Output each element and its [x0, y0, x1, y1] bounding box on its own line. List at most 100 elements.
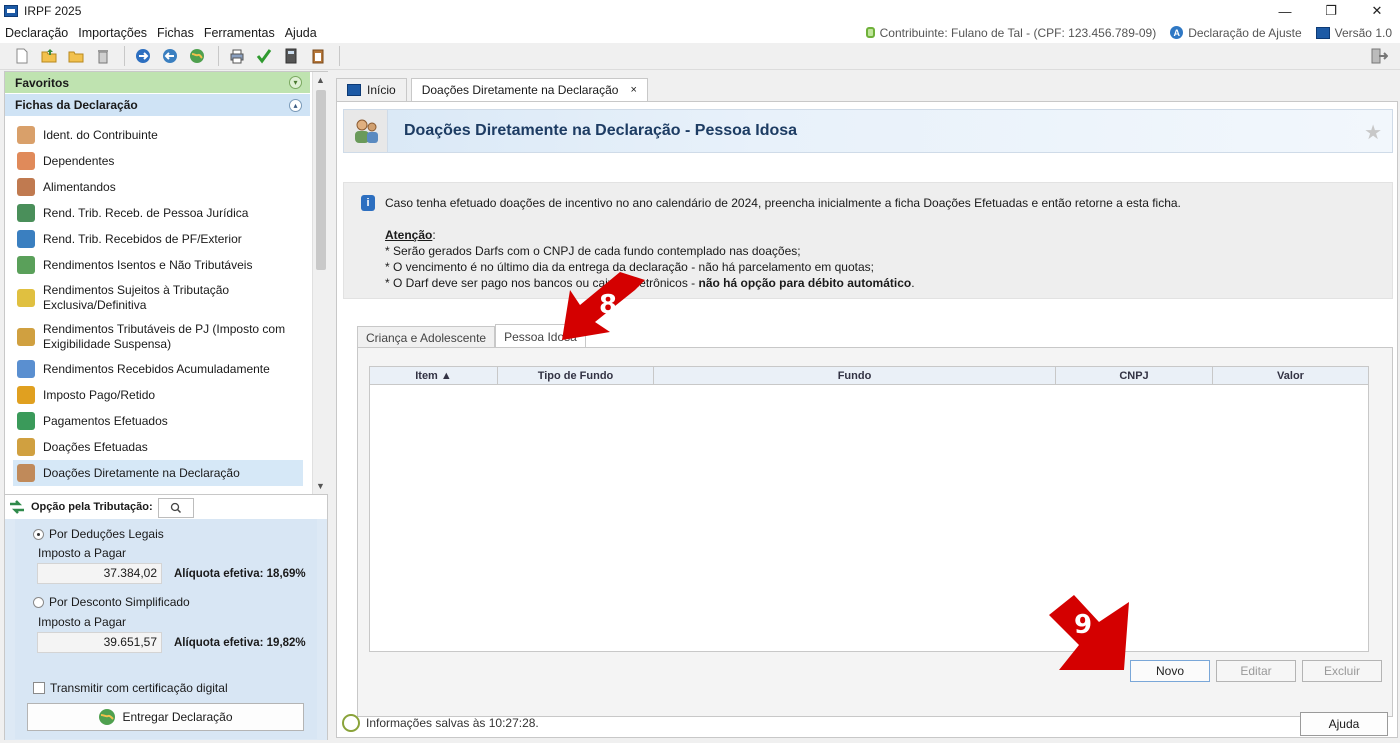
left-panel: Favoritos ▾ Fichas da Declaração ▴ Ident… — [4, 71, 328, 740]
column-cnpj[interactable]: CNPJ — [1056, 367, 1213, 384]
calculator-icon[interactable] — [279, 44, 303, 68]
donations-table[interactable]: Item ▲ Tipo de Fundo Fundo CNPJ Valor — [369, 366, 1369, 652]
accumulated-income-icon — [17, 360, 35, 378]
app-icon — [4, 5, 18, 17]
exit-icon[interactable] — [1370, 47, 1388, 65]
menu-ajuda[interactable]: Ajuda — [280, 26, 322, 40]
income-pj-icon — [17, 204, 35, 222]
transmit-icon[interactable] — [131, 44, 155, 68]
donation-people-icon — [17, 464, 35, 482]
tab-crianca-adolescente[interactable]: Criança e Adolescente — [357, 326, 496, 348]
folder-icon[interactable] — [64, 44, 88, 68]
menu-ferramentas[interactable]: Ferramentas — [199, 26, 280, 40]
entregar-label: Entregar Declaração — [122, 710, 233, 724]
donation-document-icon — [17, 438, 35, 456]
tax-option-header: Opção pela Tributação: — [5, 495, 327, 519]
menu-declaracao[interactable]: Declaração — [0, 26, 73, 40]
collapse-up-icon[interactable]: ▴ — [289, 98, 302, 112]
sidebar-item-dependentes[interactable]: Dependentes — [13, 148, 303, 174]
status-bar: Informações salvas às 10:27:28. — [342, 714, 539, 732]
scroll-down-icon[interactable]: ▼ — [313, 478, 328, 494]
expand-down-icon[interactable]: ▾ — [289, 76, 302, 89]
excluir-button[interactable]: Excluir — [1302, 660, 1382, 682]
person-icon — [17, 126, 35, 144]
column-valor[interactable]: Valor — [1213, 367, 1368, 384]
toolbar-separator — [218, 46, 219, 66]
favoritos-header[interactable]: Favoritos ▾ — [5, 72, 310, 93]
tab-label: Início — [367, 83, 396, 97]
header-info: Contribuinte: Fulano de Tal - (CPF: 123.… — [865, 22, 1392, 43]
print-icon[interactable] — [225, 44, 249, 68]
info-icon: i — [361, 195, 375, 211]
scroll-thumb[interactable] — [316, 90, 326, 270]
fichas-header[interactable]: Fichas da Declaração ▴ — [5, 94, 310, 116]
sidebar-item-ident-contribuinte[interactable]: Ident. do Contribuinte — [13, 122, 303, 148]
sidebar-item-pagamentos[interactable]: Pagamentos Efetuados — [13, 408, 303, 434]
entregar-declaracao-button[interactable]: Entregar Declaração — [27, 703, 304, 731]
declaration-type-icon: A — [1170, 26, 1184, 39]
sidebar-item-label: Doações Efetuadas — [43, 439, 148, 454]
warning-document-icon — [17, 288, 35, 307]
radio-deducoes-legais[interactable]: Por Deduções Legais — [33, 527, 164, 541]
sidebar-item-label: Rendimentos Recebidos Acumuladamente — [43, 361, 270, 376]
sidebar-item-rend-isentos[interactable]: Rendimentos Isentos e Não Tributáveis — [13, 252, 303, 278]
radio-label: Por Deduções Legais — [49, 527, 164, 541]
favorite-star-icon[interactable]: ★ — [1364, 120, 1382, 145]
column-fundo[interactable]: Fundo — [654, 367, 1056, 384]
income-pf-icon — [17, 230, 35, 248]
restore-button[interactable]: ❐ — [1308, 0, 1354, 22]
sidebar-item-alimentandos[interactable]: Alimentandos — [13, 174, 303, 200]
tab-label: Doações Diretamente na Declaração — [421, 83, 619, 97]
saved-check-icon — [342, 714, 360, 732]
sidebar-item-label: Ident. do Contribuinte — [43, 127, 158, 142]
receive-icon[interactable] — [158, 44, 182, 68]
version-info: Versão 1.0 — [1315, 26, 1392, 40]
open-icon[interactable] — [37, 44, 61, 68]
search-button[interactable] — [158, 498, 194, 518]
attention-line-1: * Serão gerados Darfs com o CNPJ de cada… — [385, 244, 801, 258]
minimize-button[interactable]: — — [1262, 0, 1308, 22]
globe-icon — [99, 709, 116, 725]
editar-button[interactable]: Editar — [1216, 660, 1296, 682]
declaration-type-label: Declaração de Ajuste — [1188, 25, 1302, 40]
new-icon[interactable] — [10, 44, 34, 68]
tab-doacoes-diretamente[interactable]: Doações Diretamente na Declaração × — [410, 78, 648, 101]
table-actions: Novo Editar Excluir — [1130, 660, 1382, 682]
close-tab-icon[interactable]: × — [630, 84, 636, 96]
trash-icon[interactable] — [91, 44, 115, 68]
sidebar-item-label: Rendimentos Tributáveis de PJ (Imposto c… — [43, 321, 286, 351]
menu-importacoes[interactable]: Importações — [73, 26, 152, 40]
certificado-checkbox[interactable] — [33, 682, 45, 694]
close-button[interactable]: ✕ — [1354, 0, 1400, 22]
menu-fichas[interactable]: Fichas — [152, 26, 199, 40]
check-icon[interactable] — [252, 44, 276, 68]
sidebar-item-doacoes-efetuadas[interactable]: Doações Efetuadas — [13, 434, 303, 460]
sidebar-item-doacoes-diretamente[interactable]: Doações Diretamente na Declaração — [13, 460, 303, 486]
sidebar-scrollbar[interactable]: ▲ ▼ — [312, 72, 328, 494]
globe-icon[interactable] — [185, 44, 209, 68]
toolbar-separator — [124, 46, 125, 66]
column-tipo-fundo[interactable]: Tipo de Fundo — [498, 367, 654, 384]
sidebar-item-imposto-pago[interactable]: Imposto Pago/Retido — [13, 382, 303, 408]
radio-button-selected[interactable] — [33, 528, 44, 540]
info-box: i Caso tenha efetuado doações de incenti… — [343, 182, 1393, 299]
radio-button[interactable] — [33, 596, 44, 608]
sidebar-item-rend-exclusiva[interactable]: Rendimentos Sujeitos à Tributação Exclus… — [13, 278, 303, 317]
radio-desconto-simplificado[interactable]: Por Desconto Simplificado — [33, 595, 190, 609]
tab-inicio[interactable]: Início — [336, 78, 407, 101]
sidebar-item-rend-suspensa[interactable]: Rendimentos Tributáveis de PJ (Imposto c… — [13, 317, 303, 356]
sidebar-item-rend-pf-exterior[interactable]: Rend. Trib. Recebidos de PF/Exterior — [13, 226, 303, 252]
sidebar-item-rend-pj[interactable]: Rend. Trib. Receb. de Pessoa Jurídica — [13, 200, 303, 226]
table-header: Item ▲ Tipo de Fundo Fundo CNPJ Valor — [370, 367, 1368, 385]
certificado-checkbox-row[interactable]: Transmitir com certificação digital — [33, 681, 228, 695]
column-item[interactable]: Item ▲ — [370, 367, 498, 384]
sidebar-item-rend-acumulados[interactable]: Rendimentos Recebidos Acumuladamente — [13, 356, 303, 382]
scroll-up-icon[interactable]: ▲ — [313, 72, 328, 88]
declaration-type: A Declaração de Ajuste — [1170, 25, 1302, 40]
sidebar-item-label: Pagamentos Efetuados — [43, 413, 168, 428]
clipboard-icon[interactable] — [306, 44, 330, 68]
annotation-number-9: 9 — [1074, 610, 1093, 640]
card-icon — [17, 412, 35, 430]
ajuda-button[interactable]: Ajuda — [1300, 712, 1388, 736]
exempt-income-icon — [17, 256, 35, 274]
